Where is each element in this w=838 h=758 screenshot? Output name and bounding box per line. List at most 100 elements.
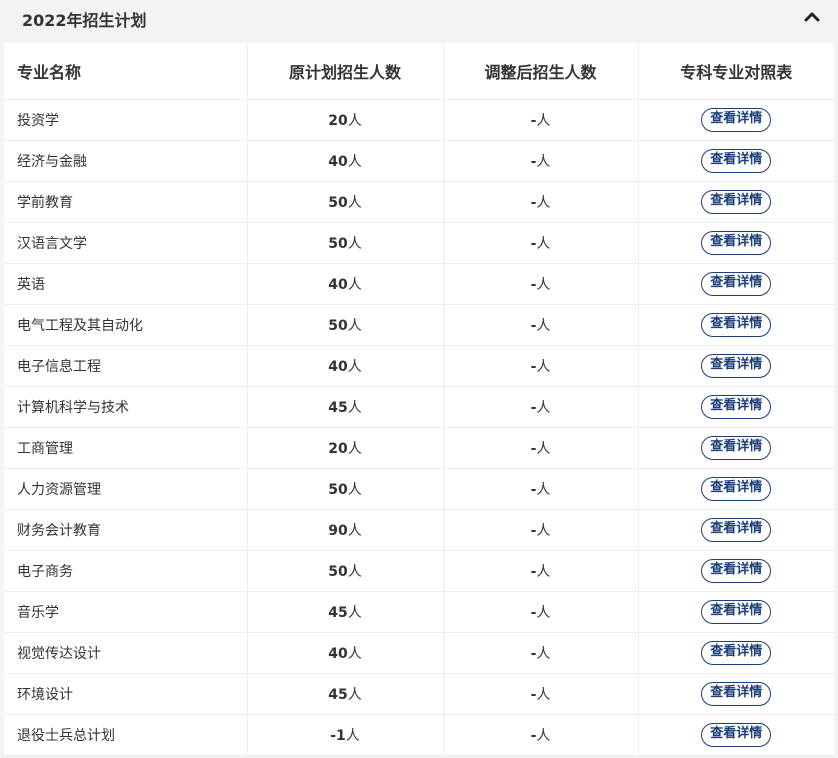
planned-unit: 人 [347,604,362,621]
major-name: 退役士兵总计划 [17,727,115,744]
view-details-button[interactable]: 查看详情 [701,722,772,747]
planned-count: 50 [328,563,348,580]
adjusted-unit: 人 [536,276,551,293]
adjusted-unit: 人 [536,399,551,416]
header-comparison-table: 专科专业对照表 [638,43,834,100]
planned-unit: 人 [347,686,362,703]
planned-count: 50 [328,235,348,252]
table-row: 音乐学 45人 -人 查看详情 [4,591,834,633]
panel-header[interactable]: 2022年招生计划 [0,0,838,38]
major-name: 工商管理 [17,440,73,457]
planned-unit: 人 [347,317,362,334]
planned-count: 50 [328,481,348,498]
header-adjusted-count: 调整后招生人数 [443,43,639,100]
panel-title: 2022年招生计划 [22,11,147,30]
chevron-up-icon[interactable] [802,9,822,25]
view-details-button[interactable]: 查看详情 [701,681,772,706]
planned-unit: 人 [345,727,360,744]
table-body: 投资学 20人 -人 查看详情 经济与金融 40人 -人 查看详情 学前教育 50人 -人 查看详情汉… [4,99,834,756]
adjusted-unit: 人 [536,112,551,129]
view-details-button[interactable]: 查看详情 [701,189,772,214]
enrollment-table-container: 专业名称 原计划招生人数 调整后招生人数 专科专业对照表 投资学 20人 -人 查看详… [4,43,834,756]
view-details-button[interactable]: 查看详情 [701,599,772,624]
major-name-cell: 音乐学 [4,591,248,633]
header-planned-count: 原计划招生人数 [247,43,444,100]
major-name-cell: 电子商务 [4,550,248,592]
detail-cell: 查看详情 [638,181,834,223]
planned-count-cell: 50人 [247,304,444,346]
adjusted-count-cell: -人 [443,345,639,387]
planned-count: 45 [328,686,348,703]
view-details-button[interactable]: 查看详情 [701,558,772,583]
table-row: 视觉传达设计 40人 -人 查看详情 [4,632,834,674]
view-details-button[interactable]: 查看详情 [701,435,772,460]
view-details-button[interactable]: 查看详情 [701,517,772,542]
planned-unit: 人 [347,440,362,457]
major-name: 计算机科学与技术 [17,399,129,416]
planned-count: 45 [328,604,348,621]
planned-unit: 人 [347,194,362,211]
table-row: 退役士兵总计划 -1人 -人 查看详情 [4,714,834,756]
planned-count-cell: 45人 [247,673,444,715]
adjusted-count-cell: -人 [443,673,639,715]
planned-count: 90 [328,522,348,539]
planned-count-cell: 40人 [247,140,444,182]
table-row: 经济与金融 40人 -人 查看详情 [4,140,834,182]
planned-count-cell: 40人 [247,345,444,387]
view-details-button[interactable]: 查看详情 [701,640,772,665]
adjusted-count-cell: -人 [443,99,639,141]
view-details-button[interactable]: 查看详情 [701,312,772,337]
major-name-cell: 计算机科学与技术 [4,386,248,428]
major-name: 学前教育 [17,194,73,211]
table-row: 电气工程及其自动化 50人 -人 查看详情 [4,304,834,346]
view-details-button[interactable]: 查看详情 [701,353,772,378]
major-name-cell: 环境设计 [4,673,248,715]
planned-count-cell: 90人 [247,509,444,551]
detail-cell: 查看详情 [638,509,834,551]
table-row: 投资学 20人 -人 查看详情 [4,99,834,141]
detail-cell: 查看详情 [638,99,834,141]
detail-cell: 查看详情 [638,550,834,592]
detail-cell: 查看详情 [638,591,834,633]
major-name-cell: 经济与金融 [4,140,248,182]
adjusted-count-cell: -人 [443,222,639,264]
planned-unit: 人 [347,645,362,662]
planned-count-cell: 40人 [247,632,444,674]
adjusted-count-cell: -人 [443,427,639,469]
planned-count-cell: 45人 [247,591,444,633]
major-name: 电子商务 [17,563,73,580]
table-row: 英语 40人 -人 查看详情 [4,263,834,305]
major-name-cell: 人力资源管理 [4,468,248,510]
view-details-button[interactable]: 查看详情 [701,394,772,419]
view-details-button[interactable]: 查看详情 [701,476,772,501]
major-name-cell: 学前教育 [4,181,248,223]
detail-cell: 查看详情 [638,632,834,674]
planned-unit: 人 [347,153,362,170]
adjusted-unit: 人 [536,153,551,170]
table-row: 学前教育 50人 -人 查看详情 [4,181,834,223]
major-name: 英语 [17,276,45,293]
detail-cell: 查看详情 [638,427,834,469]
adjusted-count-cell: -人 [443,632,639,674]
planned-count: 40 [328,645,348,662]
table-row: 电子商务 50人 -人 查看详情 [4,550,834,592]
adjusted-unit: 人 [536,358,551,375]
view-details-button[interactable]: 查看详情 [701,107,772,132]
view-details-button[interactable]: 查看详情 [701,271,772,296]
major-name: 电子信息工程 [17,358,101,375]
header-major-name: 专业名称 [4,43,248,100]
table-row: 工商管理 20人 -人 查看详情 [4,427,834,469]
planned-unit: 人 [347,276,362,293]
adjusted-count-cell: -人 [443,714,639,756]
enrollment-plan-panel: 2022年招生计划 专业名称 原计划招生人数 调整后招生人数 专科专业对照表 投… [0,0,838,758]
view-details-button[interactable]: 查看详情 [701,230,772,255]
planned-unit: 人 [347,563,362,580]
view-details-button[interactable]: 查看详情 [701,148,772,173]
planned-count: 45 [328,399,348,416]
table-header-row: 专业名称 原计划招生人数 调整后招生人数 专科专业对照表 [4,43,834,100]
major-name: 环境设计 [17,686,73,703]
planned-count: -1 [330,727,346,744]
planned-count-cell: 50人 [247,181,444,223]
detail-cell: 查看详情 [638,386,834,428]
adjusted-count-cell: -人 [443,181,639,223]
